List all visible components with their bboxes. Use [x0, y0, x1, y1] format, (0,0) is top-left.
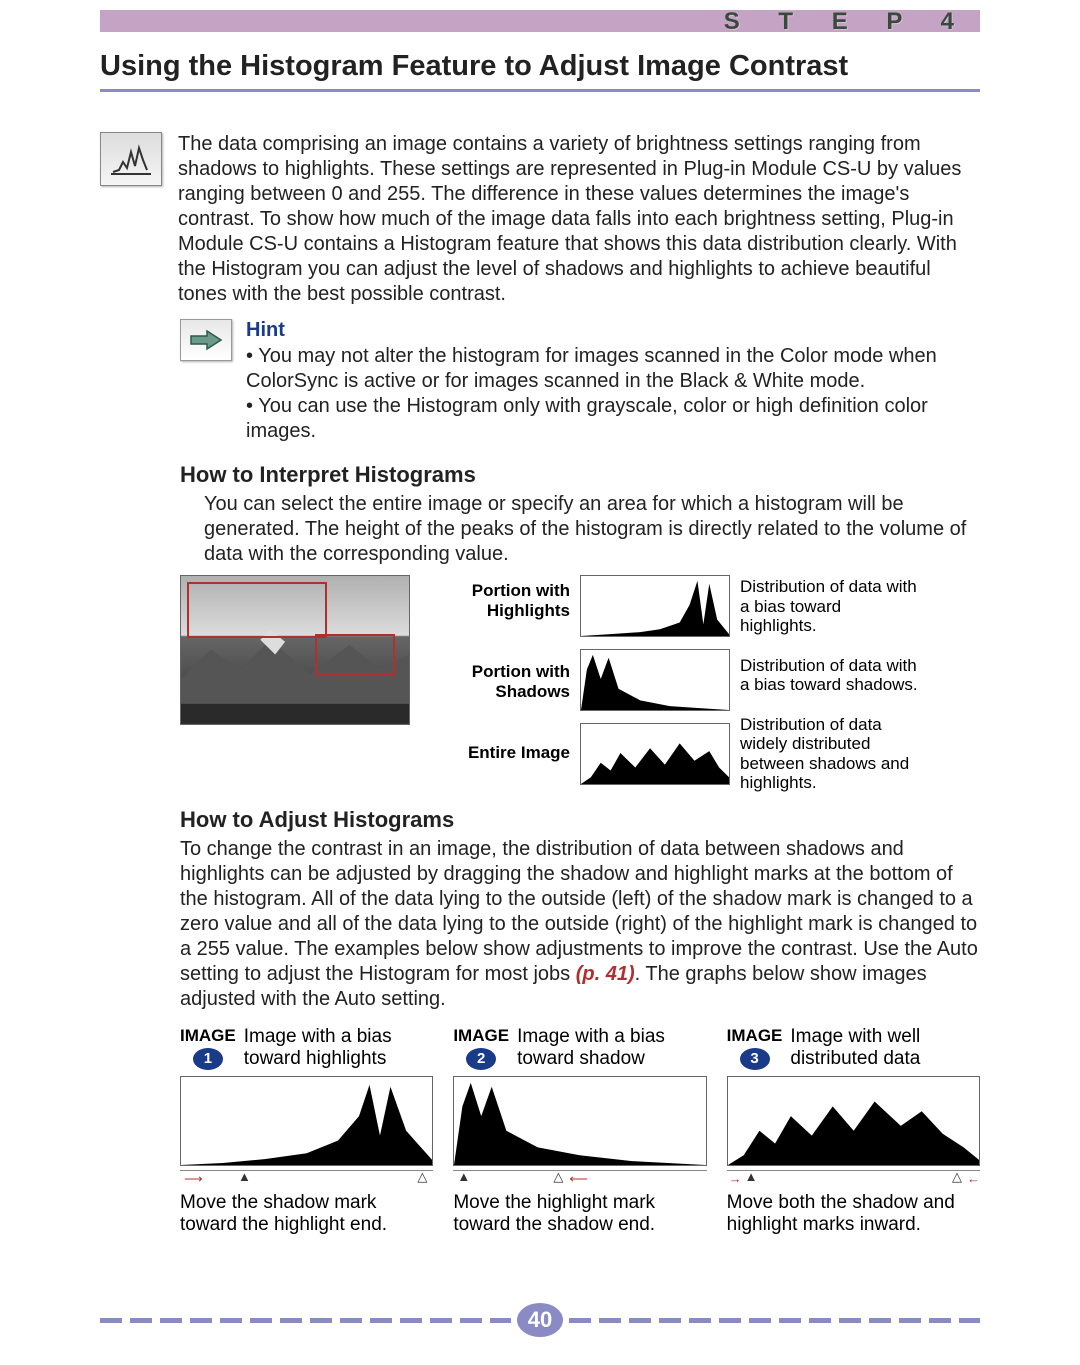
example-number: 1 [193, 1048, 223, 1070]
hint-title: Hint [246, 319, 980, 342]
highlight-mark-icon: △ [553, 1169, 563, 1185]
page-footer: 40 [100, 1303, 980, 1337]
arrow-left-icon: ← [967, 1171, 978, 1186]
example-histogram [180, 1076, 433, 1166]
intro-text: The data comprising an image contains a … [178, 132, 980, 307]
row-desc: Distribution of data widely distributed … [740, 715, 920, 793]
header-bar: S T E P 4 [100, 10, 980, 32]
mini-histogram-entire [580, 723, 730, 785]
step-label: S T E P 4 [724, 8, 970, 36]
example-3: IMAGE 3 Image with well distributed data… [727, 1026, 980, 1236]
shadow-mark-icon: ▲ [745, 1169, 758, 1184]
row-desc: Distribution of data with a bias toward … [740, 577, 920, 636]
adjust-heading: How to Adjust Histograms [180, 807, 980, 833]
histogram-thumbnails [580, 575, 730, 785]
histogram-descriptions: Distribution of data with a bias toward … [740, 575, 920, 793]
interpret-heading: How to Interpret Histograms [180, 462, 980, 488]
title-underline [100, 89, 980, 92]
adjust-body: To change the contrast in an image, the … [180, 837, 980, 1012]
example-caption: Move the shadow mark toward the highligh… [180, 1192, 433, 1236]
hint-arrow-icon [180, 319, 232, 361]
examples-row: IMAGE 1 Image with a bias toward highlig… [180, 1026, 980, 1236]
hint-block: Hint You may not alter the histogram for… [180, 319, 980, 444]
example-title: Image with a bias toward shadow [517, 1026, 707, 1070]
footer-dashes-left [100, 1318, 511, 1323]
image-badge-label: IMAGE [727, 1026, 783, 1046]
interpret-grid: Portion with Highlights Portion with Sha… [180, 575, 980, 793]
mini-histogram-highlights [580, 575, 730, 637]
page-number-badge: 40 [517, 1303, 563, 1337]
slider-track: ▲ △ ⟵ [453, 1170, 706, 1184]
hint-list: You may not alter the histogram for imag… [246, 344, 980, 444]
page-title: Using the Histogram Feature to Adjust Im… [100, 50, 980, 83]
image-badge-label: IMAGE [453, 1026, 509, 1046]
shadow-mark-icon: ▲ [457, 1169, 470, 1184]
shadow-selection-box [315, 634, 395, 676]
arrow-right-icon: ⟶ [184, 1171, 201, 1187]
hint-item: You may not alter the histogram for imag… [246, 344, 980, 394]
example-caption: Move the highlight mark toward the shado… [453, 1192, 706, 1236]
example-histogram [453, 1076, 706, 1166]
image-badge: IMAGE 1 [180, 1026, 236, 1070]
page-reference-link[interactable]: (p. 41) [576, 963, 635, 985]
row-label: Portion with Highlights [420, 581, 570, 620]
highlight-mark-icon: △ [417, 1169, 427, 1185]
highlight-selection-box [187, 582, 327, 638]
manual-page: S T E P 4 Using the Histogram Feature to… [0, 0, 1080, 1365]
histogram-labels: Portion with Highlights Portion with Sha… [420, 575, 570, 763]
example-number: 2 [466, 1048, 496, 1070]
mini-histogram-shadows [580, 649, 730, 711]
example-title: Image with a bias toward highlights [244, 1026, 434, 1070]
example-2: IMAGE 2 Image with a bias toward shadow … [453, 1026, 706, 1236]
arrow-left-icon: ⟵ [569, 1171, 586, 1187]
row-label: Entire Image [420, 743, 570, 763]
row-desc: Distribution of data with a bias toward … [740, 656, 920, 695]
example-title: Image with well distributed data [790, 1026, 980, 1070]
example-histogram [727, 1076, 980, 1166]
slider-track: → ▲ △ ← [727, 1170, 980, 1184]
example-number: 3 [740, 1048, 770, 1070]
image-badge-label: IMAGE [180, 1026, 236, 1046]
example-1: IMAGE 1 Image with a bias toward highlig… [180, 1026, 433, 1236]
arrow-right-icon: → [729, 1171, 740, 1186]
image-badge: IMAGE 3 [727, 1026, 783, 1070]
shadow-mark-icon: ▲ [238, 1169, 251, 1184]
image-badge: IMAGE 2 [453, 1026, 509, 1070]
example-caption: Move both the shadow and highlight marks… [727, 1192, 980, 1236]
footer-dashes-right [569, 1318, 980, 1323]
intro-row: The data comprising an image contains a … [100, 132, 980, 307]
histogram-app-icon [100, 132, 162, 186]
hint-item: You can use the Histogram only with gray… [246, 394, 980, 444]
highlight-mark-icon: △ [952, 1169, 962, 1185]
row-label: Portion with Shadows [420, 662, 570, 701]
sample-photo [180, 575, 410, 725]
slider-track: ⟶ ▲ △ [180, 1170, 433, 1184]
interpret-body: You can select the entire image or speci… [204, 492, 980, 567]
